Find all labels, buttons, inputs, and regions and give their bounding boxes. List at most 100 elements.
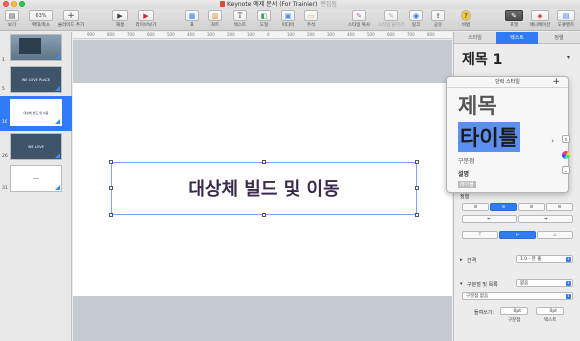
link-button[interactable]: ◉ 링크	[408, 10, 424, 30]
zoom-window-button[interactable]	[19, 1, 25, 7]
resize-handle-bottom-left[interactable]	[109, 213, 113, 217]
share-button[interactable]: ⇪ 공유	[430, 10, 446, 30]
style-item-label[interactable]: 레이블	[458, 181, 476, 188]
slide-number: 1	[2, 58, 5, 63]
resize-handle-top-right[interactable]	[415, 160, 419, 164]
view-label: 보기	[7, 23, 17, 28]
style-item-description[interactable]: 설명	[458, 169, 469, 178]
table-button[interactable]: ▦ 표	[184, 10, 200, 30]
resize-handle-bottom[interactable]	[262, 213, 266, 217]
brush-icon: ✎	[352, 10, 366, 21]
document-icon: ▤	[557, 10, 575, 21]
slide-thumbnail-26[interactable]: WE LOVE	[10, 133, 62, 160]
increase-indent-button[interactable]: ⇥	[518, 215, 573, 223]
style-copy-button[interactable]: ✎ 스타일 복사	[344, 10, 374, 30]
zoom-dropdown[interactable]: 63% 확대/축소	[28, 10, 54, 30]
slide-navigator: 1 5 WE LOVE PLACE 16 대상체 빌드 및 이동 26 WE L…	[0, 32, 72, 341]
animate-button[interactable]: ◈ 애니메이션	[526, 10, 554, 30]
text-button[interactable]: T 텍스트	[230, 10, 250, 30]
bullet-indent-field[interactable]: 0pt	[500, 307, 528, 315]
bullets-label: 구분점 및 목록	[467, 282, 498, 288]
align-right-button[interactable]: ≡	[518, 203, 545, 211]
add-style-button[interactable]: +	[552, 77, 560, 88]
brush-paste-icon: ✎	[384, 10, 398, 21]
align-left-button[interactable]: ≡	[462, 203, 489, 211]
slide-title-text[interactable]: 대상체 빌드 및 이동	[111, 175, 417, 201]
paragraph-style-name[interactable]: 제목 1	[462, 49, 502, 69]
bullet-style-select[interactable]: 구분점 없음 ⇕	[462, 292, 573, 300]
animate-label: 애니메이션	[529, 23, 551, 28]
align-middle-button[interactable]: ⊢	[499, 231, 536, 239]
animate-icon: ◈	[531, 10, 549, 21]
tab-style[interactable]: 스타일	[454, 32, 496, 44]
format-button[interactable]: ✎ 포맷	[504, 10, 524, 30]
share-icon: ⇪	[431, 10, 445, 21]
tab-arrange[interactable]: 정렬	[538, 32, 580, 44]
build-indicator	[55, 185, 60, 190]
slide-thumbnail-5[interactable]: WE LOVE PLACE	[10, 66, 62, 93]
zoom-value: 63%	[29, 10, 53, 21]
align-bottom-button[interactable]: ⊥	[537, 231, 573, 239]
slide-thumbnail-1[interactable]	[10, 34, 62, 61]
resize-handle-top[interactable]	[262, 160, 266, 164]
ruler-tick: 100	[247, 32, 255, 37]
keynote-file-icon	[220, 1, 225, 7]
style-item-bullet[interactable]: 구분점	[458, 156, 475, 165]
live-view-button[interactable]: ▶ 라이브보기	[134, 10, 158, 30]
ruler-tick: 800	[427, 32, 435, 37]
style-item-heading[interactable]: 제목	[458, 90, 497, 120]
align-justify-button[interactable]: ≡	[546, 203, 573, 211]
building-image	[19, 38, 41, 54]
media-button[interactable]: ▣ 미디어	[278, 10, 298, 30]
style-options-stepper[interactable]: ⌄	[562, 166, 570, 174]
media-icon: ▣	[281, 10, 295, 21]
link-icon: ◉	[409, 10, 423, 21]
minimize-window-button[interactable]	[11, 1, 17, 7]
ruler-tick: 600	[147, 32, 155, 37]
slide-number: 26	[2, 154, 8, 159]
chart-button[interactable]: ▥ 차트	[206, 10, 224, 30]
slide-thumbnail-16[interactable]: 대상체 빌드 및 이동	[7, 96, 65, 129]
share-label: 공유	[433, 23, 443, 28]
chevron-right-icon[interactable]: ›	[551, 137, 554, 145]
ruler-tick: 500	[167, 32, 175, 37]
popover-header: 단락 스타일	[447, 77, 568, 88]
close-window-button[interactable]	[3, 1, 9, 7]
tips-button[interactable]: ? 비법	[458, 10, 474, 30]
style-paste-button[interactable]: ✎ 스타일 붙이기	[376, 10, 406, 30]
chevron-down-icon[interactable]: ▾	[567, 54, 570, 61]
chevron-updown-icon: ⇕	[566, 281, 571, 286]
play-icon: ▶	[112, 10, 128, 21]
style-item-title[interactable]: 타이틀	[458, 122, 520, 152]
ruler-tick: 100	[287, 32, 295, 37]
tab-text[interactable]: 텍스트	[496, 32, 538, 44]
thumbnail-dots: •••	[32, 177, 40, 181]
disclosure-triangle-icon[interactable]: ▸	[460, 257, 463, 263]
font-size-stepper[interactable]: ⇕	[562, 135, 570, 143]
bullet-indent-value: 0pt	[513, 309, 521, 314]
resize-handle-bottom-right[interactable]	[415, 213, 419, 217]
text-indent-field[interactable]: 0pt	[536, 307, 564, 315]
spacing-select[interactable]: 1.0 - 한 줄 ⇕	[516, 255, 573, 263]
comment-button[interactable]: ▭ 주석	[302, 10, 320, 30]
add-slide-button[interactable]: + 슬라이드 추가	[57, 10, 85, 30]
shape-button[interactable]: ◧ 도형	[256, 10, 272, 30]
shape-label: 도형	[259, 23, 269, 28]
slide-thumbnail-31[interactable]: •••	[10, 165, 62, 192]
build-indicator	[55, 54, 60, 59]
view-button[interactable]: ▤ 보기	[4, 10, 20, 30]
indent-label: 들여쓰기:	[474, 310, 495, 316]
color-wheel-icon[interactable]	[562, 151, 570, 159]
play-button[interactable]: ▶ 재생	[110, 10, 130, 30]
ruler-tick: 400	[347, 32, 355, 37]
ruler-tick: 300	[207, 32, 215, 37]
document-button[interactable]: ▤ 도큐멘트	[554, 10, 578, 30]
disclosure-triangle-open-icon[interactable]: ▾	[460, 281, 463, 287]
align-top-button[interactable]: ⊤	[462, 231, 498, 239]
bullets-type-select[interactable]: 없음 ⇕	[516, 279, 573, 287]
align-center-button[interactable]: ≡	[490, 203, 517, 211]
resize-handle-top-left[interactable]	[109, 160, 113, 164]
decrease-indent-button[interactable]: ⇤	[462, 215, 517, 223]
window-title-text: Keynote 예제 문서 (For Trainier)	[227, 1, 318, 8]
link-label: 링크	[411, 23, 421, 28]
